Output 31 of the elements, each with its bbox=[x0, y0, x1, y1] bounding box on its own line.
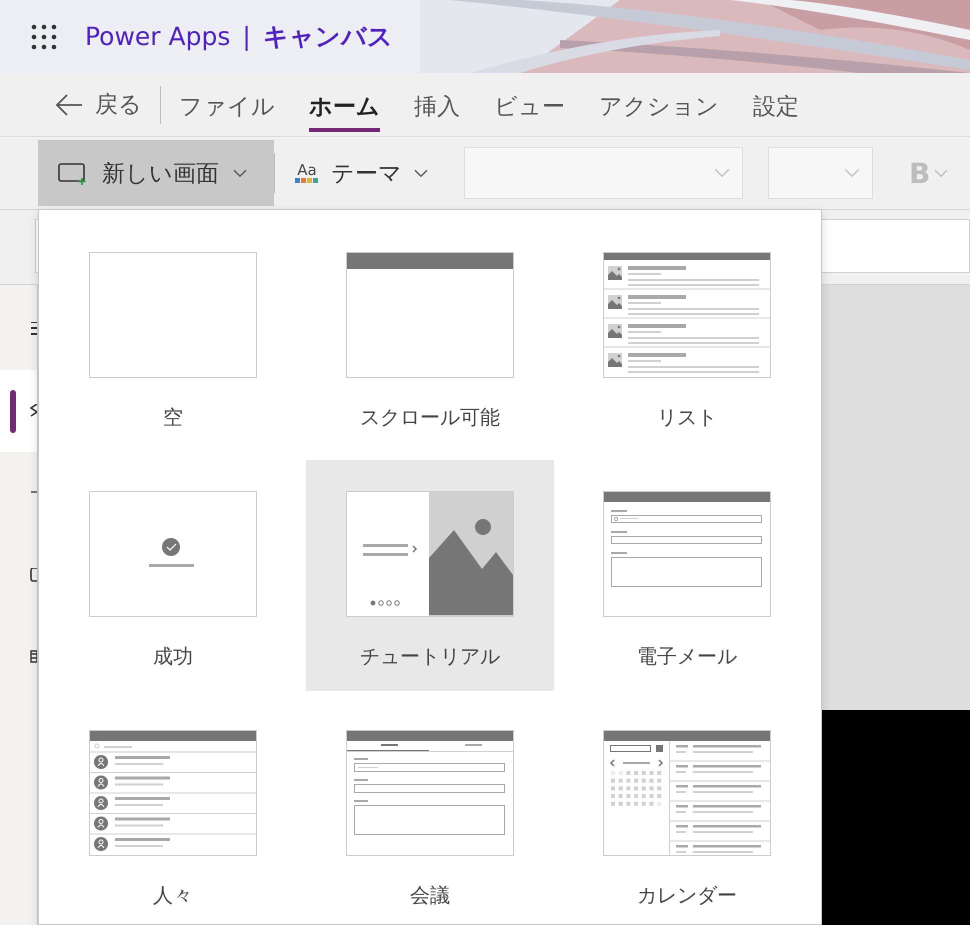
screen-template-item[interactable]: 会議 bbox=[306, 699, 554, 924]
menu-tab[interactable]: アクション bbox=[599, 85, 719, 132]
section-title: キャンバス bbox=[262, 21, 393, 53]
screen-template-item[interactable]: 成功 bbox=[49, 460, 297, 691]
menu-tab[interactable]: 設定 bbox=[753, 85, 799, 132]
theme-button[interactable]: Aa テーマ bbox=[295, 158, 428, 188]
app-name: Power Apps bbox=[85, 22, 230, 51]
new-screen-icon bbox=[58, 161, 88, 185]
screen-template-item[interactable]: 電子メール bbox=[563, 460, 811, 691]
title-separator: | bbox=[242, 22, 251, 51]
screen-template-item[interactable]: 人々 bbox=[49, 699, 297, 924]
selection-indicator bbox=[10, 390, 16, 433]
screen-template-item[interactable]: リスト bbox=[563, 221, 811, 452]
screen-template-item[interactable]: チュートリアル bbox=[306, 460, 554, 691]
chevron-down-icon bbox=[233, 168, 247, 178]
chevron-down-icon bbox=[714, 168, 730, 178]
menu-tab[interactable]: ファイル bbox=[179, 85, 275, 132]
menu-tab[interactable]: 挿入 bbox=[414, 85, 460, 132]
chevron-down-icon bbox=[414, 168, 428, 178]
screen-template-item[interactable]: 空 bbox=[49, 221, 297, 452]
app-launcher-icon[interactable] bbox=[31, 24, 57, 50]
back-arrow-icon bbox=[55, 92, 83, 116]
back-button[interactable]: 戻る bbox=[55, 89, 160, 120]
screen-template-item[interactable]: カレンダー bbox=[563, 699, 811, 924]
menu-tab[interactable]: ホーム bbox=[309, 85, 380, 132]
chevron-down-icon bbox=[844, 168, 860, 178]
chevron-down-icon bbox=[934, 168, 948, 178]
new-screen-button[interactable]: 新しい画面 bbox=[38, 140, 274, 206]
screen-template-item[interactable]: スクロール可能 bbox=[306, 221, 554, 452]
menu-tab[interactable]: ビュー bbox=[494, 85, 565, 132]
color-swatch-icon bbox=[295, 178, 319, 183]
